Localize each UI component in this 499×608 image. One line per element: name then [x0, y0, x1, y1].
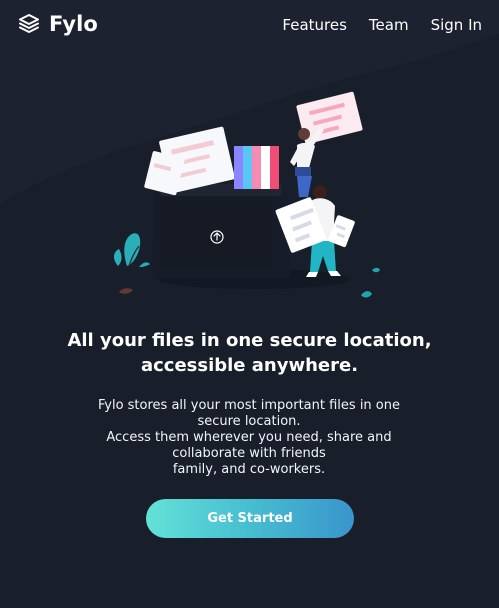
get-started-button[interactable]: Get Started	[146, 499, 354, 538]
hero-title-line-2: accessible anywhere.	[140, 355, 359, 376]
landing-page: Fylo Features Team Sign In All your file…	[0, 0, 499, 608]
hero-title: All your files in one secure location, a…	[60, 328, 439, 378]
nav-link-sign-in[interactable]: Sign In	[431, 18, 482, 33]
brand-logo[interactable]: Fylo	[17, 12, 98, 36]
hero-description: Fylo stores all your most important file…	[96, 398, 402, 478]
nav-link-features[interactable]: Features	[282, 18, 347, 33]
hero-description-line-1: Fylo stores all your most important file…	[97, 398, 400, 413]
plant-decoration	[113, 233, 150, 294]
hero-title-line-1: All your files in one secure location,	[67, 330, 432, 351]
stack-layers-icon	[19, 14, 39, 33]
hero-description-line-2: secure location.	[197, 414, 301, 429]
brand-name: Fylo	[49, 11, 98, 36]
folder-illustration	[153, 184, 290, 278]
floating-documents	[144, 91, 363, 196]
hero-description-line-4: collaborate with friends	[172, 446, 326, 461]
leaf-decoration	[361, 267, 380, 298]
main-navigation: Features Team Sign In	[282, 18, 482, 33]
hero-description-line-5: family, and co-workers.	[172, 462, 326, 477]
nav-link-team[interactable]: Team	[369, 18, 409, 33]
hero-description-line-3: Access them wherever you need, share and	[106, 430, 392, 445]
site-header: Fylo Features Team Sign In	[0, 0, 499, 56]
hero-illustration	[113, 91, 380, 298]
